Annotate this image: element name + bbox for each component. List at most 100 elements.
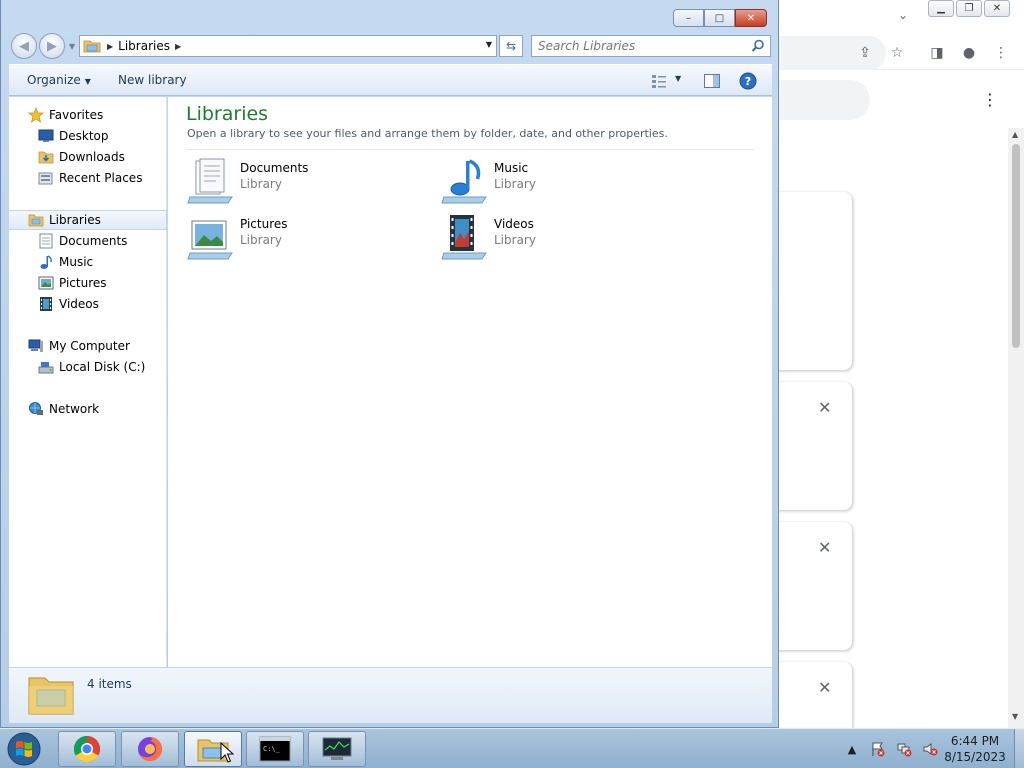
card-close-icon[interactable]: ✕ <box>818 538 831 557</box>
tab-search-chevron-icon[interactable]: ⌄ <box>898 8 912 22</box>
bookmark-star-icon[interactable]: ☆ <box>888 44 906 62</box>
nav-network[interactable]: Network <box>9 399 167 419</box>
item-count: 4 items <box>87 677 132 691</box>
film-strip-icon <box>37 296 55 312</box>
nav-my-computer[interactable]: My Computer <box>9 336 167 356</box>
library-item-pictures[interactable]: Pictures Library <box>186 213 426 263</box>
nav-documents[interactable]: Documents <box>9 231 167 251</box>
divider <box>186 149 754 150</box>
page-title: Libraries <box>186 103 269 125</box>
search-input[interactable] <box>532 36 742 56</box>
card-close-icon[interactable]: ✕ <box>818 678 831 697</box>
page-search-bar[interactable] <box>776 80 870 120</box>
browser-titlebar: ⌄ ▁ ❐ ✕ <box>776 0 1024 34</box>
downloads-folder-icon <box>37 149 55 165</box>
refresh-button[interactable]: ⇆ <box>499 35 523 57</box>
network-status-icon[interactable] <box>894 739 914 759</box>
music-library-icon <box>441 159 487 204</box>
nav-pictures[interactable]: Pictures <box>9 273 167 293</box>
back-button[interactable]: ◀ <box>11 33 37 59</box>
breadcrumb-separator-icon[interactable]: ▶ <box>107 42 113 51</box>
nav-label: My Computer <box>49 339 130 353</box>
show-hidden-icons-icon[interactable]: ▲ <box>842 739 862 759</box>
breadcrumb-separator-icon[interactable]: ▶ <box>175 42 181 51</box>
back-arrow-icon: ◀ <box>19 38 29 54</box>
browser-restore-button[interactable]: ❐ <box>956 0 982 17</box>
close-button[interactable]: ✕ <box>735 9 767 27</box>
taskbar: C:\_ ▲ 6:44 PM 8/15/2023 <box>0 728 1024 768</box>
nav-libraries[interactable]: Libraries <box>9 210 167 230</box>
address-bar[interactable]: ▶ Libraries ▶ ▼ <box>79 35 497 57</box>
nav-local-disk[interactable]: Local Disk (C:) <box>9 357 167 377</box>
chevron-down-icon: ▼ <box>84 77 91 86</box>
card-close-icon[interactable]: ✕ <box>818 398 831 417</box>
new-library-button[interactable]: New library <box>118 73 187 87</box>
videos-library-icon <box>441 215 487 260</box>
address-history-dropdown-icon[interactable]: ▼ <box>486 40 492 49</box>
library-name: Documents <box>240 161 309 175</box>
search-box[interactable] <box>531 35 771 57</box>
nav-downloads[interactable]: Downloads <box>9 147 167 167</box>
recent-pages-dropdown-icon[interactable]: ▼ <box>69 42 75 51</box>
scrollbar-thumb[interactable] <box>1012 144 1020 348</box>
change-view-icon[interactable] <box>650 72 668 90</box>
nav-favorites[interactable]: Favorites <box>9 105 167 125</box>
nav-videos[interactable]: Videos <box>9 294 167 314</box>
search-icon[interactable] <box>750 38 766 54</box>
show-desktop-button[interactable] <box>1014 729 1024 768</box>
taskbar-chrome[interactable] <box>58 731 116 767</box>
taskbar-system-monitor[interactable] <box>308 731 366 767</box>
browser-scrollbar[interactable]: ▲ ▼ <box>1008 128 1024 728</box>
breadcrumb-libraries[interactable]: Libraries <box>118 39 170 53</box>
page-card <box>776 192 852 370</box>
profile-avatar-icon[interactable]: ● <box>960 44 978 62</box>
explorer-window: – □ ✕ ◀ ▶ ▼ ▶ Libraries ▶ ▼ ⇆ Organize▼ … <box>0 0 779 728</box>
share-icon[interactable]: ⇪ <box>856 44 874 62</box>
nav-music[interactable]: Music <box>9 252 167 272</box>
view-options-dropdown-icon[interactable]: ▼ <box>675 74 681 83</box>
browser-close-button[interactable]: ✕ <box>984 0 1010 17</box>
library-item-documents[interactable]: Documents Library <box>186 157 426 207</box>
pictures-library-icon <box>187 220 233 260</box>
chrome-icon <box>73 735 101 763</box>
side-panel-icon[interactable]: ◨ <box>928 44 946 62</box>
scroll-down-arrow-icon[interactable]: ▼ <box>1012 712 1018 721</box>
browser-menu-icon[interactable]: ⋮ <box>992 44 1010 62</box>
taskbar-firefox[interactable] <box>121 731 179 767</box>
details-pane: 4 items <box>9 667 772 723</box>
maximize-button[interactable]: □ <box>704 9 735 27</box>
page-card: ✕ <box>776 662 852 728</box>
organize-button[interactable]: Organize ▼ <box>27 73 91 87</box>
star-icon <box>27 107 45 123</box>
scroll-up-arrow-icon[interactable]: ▲ <box>1012 130 1018 139</box>
nav-recent-places[interactable]: Recent Places <box>9 168 167 188</box>
minimize-button[interactable]: – <box>673 9 704 27</box>
volume-muted-icon[interactable] <box>920 739 940 759</box>
browser-minimize-button[interactable]: ▁ <box>928 0 954 17</box>
action-center-flag-icon[interactable] <box>868 739 888 759</box>
forward-button[interactable]: ▶ <box>39 33 65 59</box>
clock-time: 6:44 PM <box>950 734 1000 748</box>
nav-label: Local Disk (C:) <box>59 360 146 374</box>
libraries-folder-icon <box>83 40 101 53</box>
library-item-music[interactable]: Music Library <box>440 157 680 207</box>
forward-arrow-icon: ▶ <box>47 38 57 54</box>
pictures-icon <box>37 275 55 291</box>
organize-label: Organize <box>27 73 81 87</box>
nav-desktop[interactable]: Desktop <box>9 126 167 146</box>
preview-pane-icon[interactable] <box>703 72 721 90</box>
page-more-options-icon[interactable]: ⋮ <box>982 90 998 110</box>
taskbar-command-prompt[interactable]: C:\_ <box>246 731 304 767</box>
svg-text:?: ? <box>745 75 751 88</box>
library-item-videos[interactable]: Videos Library <box>440 213 680 263</box>
recent-places-icon <box>37 170 55 186</box>
windows-logo-icon <box>7 732 41 766</box>
start-button[interactable] <box>4 730 44 768</box>
taskbar-clock[interactable]: 6:44 PM 8/15/2023 <box>940 733 1010 765</box>
page-card: ✕ <box>776 382 852 510</box>
browser-page: ⋮ ✕ ✕ ✕ ▲ ▼ <box>776 72 1024 728</box>
browser-toolbar: ⇪ ☆ ◨ ● ⋮ <box>776 36 1024 70</box>
nav-label: Desktop <box>59 129 109 143</box>
help-icon[interactable]: ? <box>739 72 757 90</box>
library-type: Library <box>494 177 536 191</box>
